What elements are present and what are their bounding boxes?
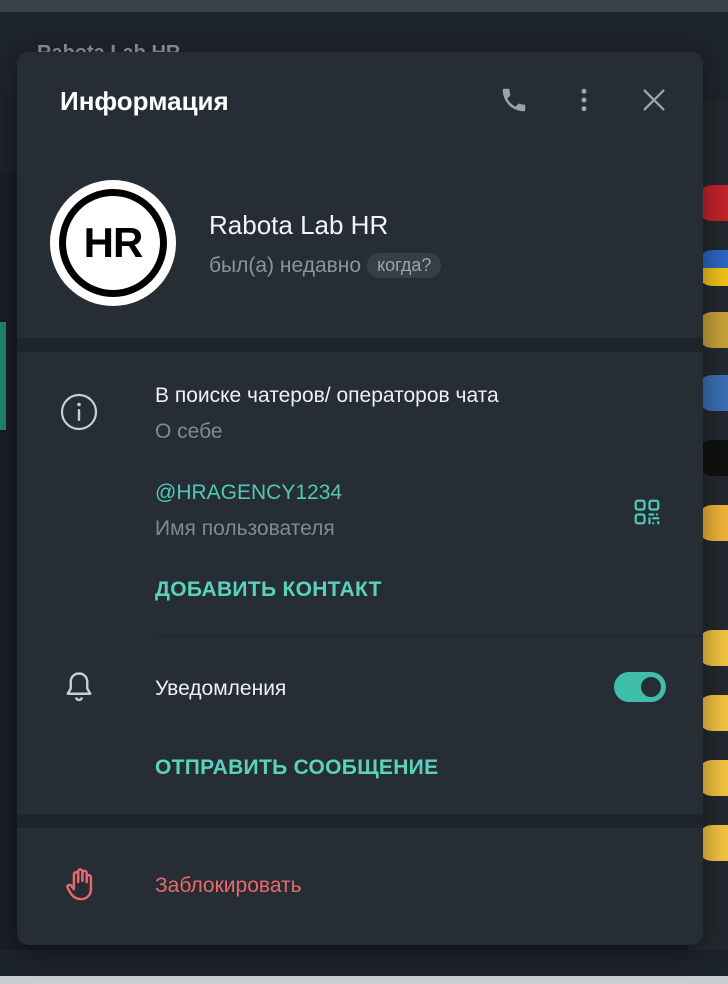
bell-icon (59, 667, 99, 707)
section-separator (17, 814, 703, 828)
more-options-button[interactable] (568, 84, 600, 116)
send-message-button[interactable]: ОТПРАВИТЬ СООБЩЕНИЕ (155, 756, 438, 780)
more-vertical-icon (581, 88, 587, 112)
app-top-bar (0, 0, 728, 12)
notifications-toggle[interactable] (614, 672, 666, 702)
when-badge[interactable]: когда? (367, 253, 442, 278)
username-label: Имя пользователя (155, 517, 335, 540)
call-button[interactable] (498, 84, 530, 116)
close-icon (643, 89, 665, 111)
toggle-knob (638, 674, 664, 700)
inner-divider (155, 636, 703, 637)
avatar[interactable]: HR (50, 180, 176, 306)
bio-label: О себе (155, 420, 223, 443)
selected-chat-indicator (0, 322, 6, 430)
last-seen-text: был(а) недавно (209, 253, 362, 277)
username-link[interactable]: @HRAGENCY1234 (155, 481, 342, 505)
profile-status: был(а) недавно когда? (209, 253, 442, 278)
block-user-button[interactable]: Заблокировать (155, 874, 302, 898)
close-button[interactable] (638, 84, 670, 116)
info-icon (59, 392, 99, 432)
phone-icon (502, 88, 526, 112)
hand-block-icon (61, 865, 101, 905)
window-bottom-bar (0, 976, 728, 984)
section-separator (17, 338, 703, 352)
qr-code-icon[interactable] (627, 492, 667, 532)
bio-text: В поиске чатеров/ операторов чата (155, 384, 499, 407)
add-contact-button[interactable]: ДОБАВИТЬ КОНТАКТ (155, 578, 382, 602)
user-info-dialog: Информация HR Rabota Lab HR был(а) недав… (17, 52, 703, 945)
dialog-title: Информация (60, 86, 229, 116)
profile-name: Rabota Lab HR (209, 210, 389, 240)
notifications-label: Уведомления (155, 677, 287, 700)
avatar-initials: HR (83, 219, 144, 266)
